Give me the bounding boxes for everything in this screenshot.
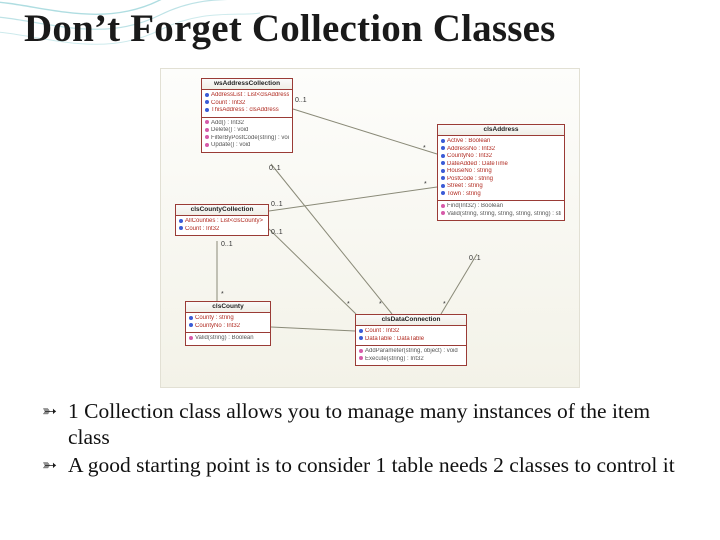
uml-op: Execute(string) : Int32 xyxy=(365,356,424,362)
uml-op: Find(Int32) : Boolean xyxy=(447,203,503,209)
mult-label: 0..1 xyxy=(469,255,481,262)
uml-attr: AddressNo : Int32 xyxy=(447,146,495,152)
uml-attr: Count : Int32 xyxy=(211,100,245,106)
uml-class-name: clsDataConnection xyxy=(356,315,466,326)
bullet-icon: ➳ xyxy=(42,401,57,423)
mult-label: * xyxy=(423,145,426,152)
mult-label: 0..1 xyxy=(271,229,283,236)
uml-op: Valid(string) : Boolean xyxy=(195,335,254,341)
uml-attr: Town : string xyxy=(447,191,481,197)
uml-op: Update() : void xyxy=(211,142,250,148)
uml-op: FilterByPostCode(string) : void xyxy=(211,135,289,141)
uml-attr: CountyNo : Int32 xyxy=(195,323,240,329)
uml-op: AddParameter(string, object) : void xyxy=(365,348,458,354)
uml-attr: County : string xyxy=(195,315,234,321)
uml-class-address: clsAddress Active : Boolean AddressNo : … xyxy=(437,124,565,221)
uml-class-name: clsCounty xyxy=(186,302,270,313)
mult-label: * xyxy=(221,291,224,298)
uml-class-county-collection: clsCountyCollection AllCounties : List<c… xyxy=(175,204,269,236)
bullet-item: ➳ 1 Collection class allows you to manag… xyxy=(42,398,690,450)
mult-label: * xyxy=(379,301,382,308)
mult-label: 0..1 xyxy=(295,97,307,104)
uml-attr: DataTable : DataTable xyxy=(365,336,424,342)
uml-attr: Active : Boolean xyxy=(447,138,490,144)
uml-attr: HouseNo : string xyxy=(447,168,492,174)
uml-class-county: clsCounty County : string CountyNo : Int… xyxy=(185,301,271,346)
mult-label: 0..1 xyxy=(271,201,283,208)
uml-op: Add() : Int32 xyxy=(211,120,244,126)
mult-label: * xyxy=(443,301,446,308)
uml-attr: Count : Int32 xyxy=(185,226,219,232)
uml-op: Valid(string, string, string, string, st… xyxy=(447,211,561,217)
uml-class-name: wsAddressCollection xyxy=(202,79,292,90)
mult-label: * xyxy=(347,301,350,308)
uml-attr: Count : Int32 xyxy=(365,328,399,334)
bullet-icon: ➳ xyxy=(42,455,57,477)
uml-attr: ThisAddress : clsAddress xyxy=(211,107,279,113)
uml-diagram: 0..1 * 0..1 * 0..1 * 0..1 * 0..1 * 0..1 … xyxy=(160,68,580,388)
bullet-text: A good starting point is to consider 1 t… xyxy=(68,453,675,477)
uml-class-data-connection: clsDataConnection Count : Int32 DataTabl… xyxy=(355,314,467,366)
slide-title: Don’t Forget Collection Classes xyxy=(24,6,696,51)
uml-op: Delete() : void xyxy=(211,127,248,133)
mult-label: * xyxy=(424,181,427,188)
bullet-item: ➳ A good starting point is to consider 1… xyxy=(42,452,690,478)
uml-attr: Street : string xyxy=(447,183,483,189)
uml-attr: AddressList : List<clsAddress> xyxy=(211,92,289,98)
mult-label: 0..1 xyxy=(269,165,281,172)
mult-label: 0..1 xyxy=(221,241,233,248)
uml-class-name: clsAddress xyxy=(438,125,564,136)
bullet-text: 1 Collection class allows you to manage … xyxy=(68,399,650,449)
bullet-list: ➳ 1 Collection class allows you to manag… xyxy=(42,398,690,481)
uml-attr: DateAdded : DateTime xyxy=(447,161,508,167)
uml-attr: CountyNo : Int32 xyxy=(447,153,492,159)
uml-class-address-collection: wsAddressCollection AddressList : List<c… xyxy=(201,78,293,153)
uml-attr: AllCounties : List<clsCounty> xyxy=(185,218,263,224)
uml-class-name: clsCountyCollection xyxy=(176,205,268,216)
uml-attr: PostCode : string xyxy=(447,176,493,182)
